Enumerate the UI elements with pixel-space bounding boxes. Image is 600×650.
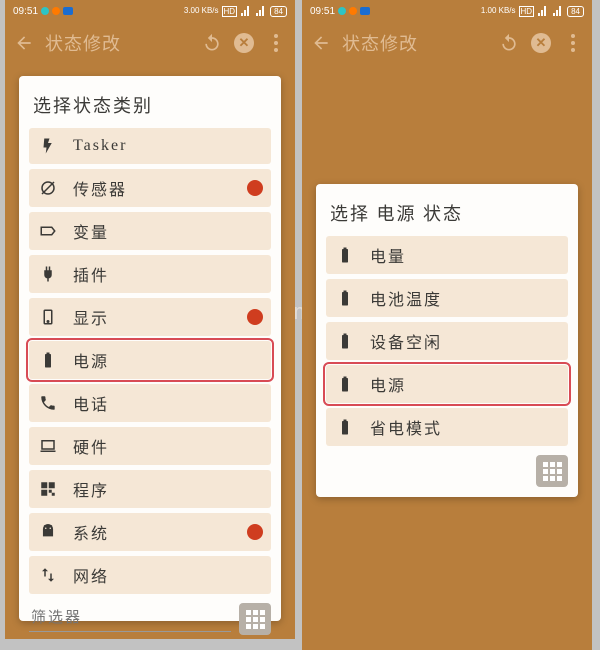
status-time: 09:51 bbox=[13, 6, 38, 17]
back-button[interactable] bbox=[13, 32, 35, 54]
bolt-icon bbox=[37, 135, 59, 157]
status-dot-icon bbox=[338, 7, 346, 15]
status-bar: 09:51 3.00 KB/s HD 84 bbox=[5, 0, 295, 22]
list-item-label: 电源 bbox=[73, 348, 263, 372]
tag-icon bbox=[37, 220, 59, 242]
alert-badge bbox=[247, 180, 263, 196]
list-item-显示[interactable]: 显示 bbox=[29, 298, 271, 336]
modules-icon bbox=[37, 478, 59, 500]
app-bar: 状态修改 ✕ bbox=[5, 22, 295, 64]
filter-row bbox=[326, 451, 568, 487]
status-netspeed: 3.00 KB/s bbox=[184, 7, 219, 15]
signal-icon bbox=[255, 5, 267, 17]
alert-badge bbox=[247, 309, 263, 325]
list-item-省电模式[interactable]: 省电模式 bbox=[326, 408, 568, 446]
undo-button[interactable] bbox=[498, 32, 520, 54]
battery-icon bbox=[37, 349, 59, 371]
battery-icon bbox=[334, 244, 356, 266]
more-button[interactable] bbox=[265, 32, 287, 54]
close-button[interactable]: ✕ bbox=[530, 32, 552, 54]
list-item-插件[interactable]: 插件 bbox=[29, 255, 271, 293]
phone-left: 09:51 3.00 KB/s HD 84 状态修改 ✕ 选择状态类别 Task… bbox=[5, 0, 295, 639]
battery-icon: 84 bbox=[567, 6, 584, 17]
alert-badge bbox=[247, 524, 263, 540]
list-item-label: 电量 bbox=[370, 243, 560, 267]
list-item-label: 硬件 bbox=[73, 434, 263, 458]
swap-icon bbox=[37, 564, 59, 586]
list-item-电话[interactable]: 电话 bbox=[29, 384, 271, 422]
undo-button[interactable] bbox=[201, 32, 223, 54]
signal-icon bbox=[537, 5, 549, 17]
list-item-label: 网络 bbox=[73, 563, 263, 587]
status-time: 09:51 bbox=[310, 6, 335, 17]
dialog-scrim: 选择状态类别 Tasker 传感器变量插件显示电源电话硬件程序系统网络 bbox=[5, 64, 295, 639]
list-item-变量[interactable]: 变量 bbox=[29, 212, 271, 250]
list-item-电源[interactable]: 电源 bbox=[326, 365, 568, 403]
rotate-icon bbox=[37, 177, 59, 199]
battery-icon bbox=[334, 287, 356, 309]
signal-icon bbox=[240, 5, 252, 17]
list-item-label: 程序 bbox=[73, 477, 263, 501]
appbar-title: 状态修改 bbox=[45, 30, 191, 56]
call-icon bbox=[37, 392, 59, 414]
battery-icon: 84 bbox=[270, 6, 287, 17]
list-item-电源[interactable]: 电源 bbox=[29, 341, 271, 379]
list-item-设备空闲[interactable]: 设备空闲 bbox=[326, 322, 568, 360]
phone-right: 09:51 1.00 KB/s HD 84 状态修改 ✕ 选择 电源 状态 电量… bbox=[302, 0, 592, 650]
status-dot-icon bbox=[52, 7, 60, 15]
close-button[interactable]: ✕ bbox=[233, 32, 255, 54]
filter-row bbox=[29, 599, 271, 635]
list-item-label: 电源 bbox=[370, 372, 560, 396]
status-dot-icon bbox=[349, 7, 357, 15]
dialog-title: 选择 电源 状态 bbox=[326, 194, 568, 236]
list-item-网络[interactable]: 网络 bbox=[29, 556, 271, 594]
list-item-label: 省电模式 bbox=[370, 415, 560, 439]
status-app-icon bbox=[360, 7, 370, 15]
back-button[interactable] bbox=[310, 32, 332, 54]
status-netspeed: 1.00 KB/s bbox=[481, 7, 516, 15]
grid-toggle-button[interactable] bbox=[536, 455, 568, 487]
dialog-title: 选择状态类别 bbox=[29, 86, 271, 128]
list-item-label: Tasker bbox=[73, 137, 263, 155]
appbar-title: 状态修改 bbox=[342, 30, 488, 56]
battery-icon bbox=[334, 330, 356, 352]
list-item-label: 系统 bbox=[73, 520, 263, 544]
status-dot-icon bbox=[41, 7, 49, 15]
list-item-label: 传感器 bbox=[73, 176, 263, 200]
app-bar: 状态修改 ✕ bbox=[302, 22, 592, 64]
battery-icon bbox=[334, 373, 356, 395]
plug-icon bbox=[37, 263, 59, 285]
list-item-label: 显示 bbox=[73, 305, 263, 329]
list-item-系统[interactable]: 系统 bbox=[29, 513, 271, 551]
android-icon bbox=[37, 521, 59, 543]
list-item-label: 插件 bbox=[73, 262, 263, 286]
list-item-label: 变量 bbox=[73, 219, 263, 243]
list-item-tasker[interactable]: Tasker bbox=[29, 128, 271, 164]
status-hd-icon: HD bbox=[519, 6, 535, 17]
dialog-scrim: 选择 电源 状态 电量电池温度设备空闲电源省电模式 bbox=[302, 64, 592, 649]
more-button[interactable] bbox=[562, 32, 584, 54]
list-item-电量[interactable]: 电量 bbox=[326, 236, 568, 274]
list-item-电池温度[interactable]: 电池温度 bbox=[326, 279, 568, 317]
status-bar: 09:51 1.00 KB/s HD 84 bbox=[302, 0, 592, 22]
phone-device-icon bbox=[37, 306, 59, 328]
power-state-dialog: 选择 电源 状态 电量电池温度设备空闲电源省电模式 bbox=[316, 184, 578, 497]
list-item-label: 设备空闲 bbox=[370, 329, 560, 353]
list-item-label: 电池温度 bbox=[370, 286, 560, 310]
grid-toggle-button[interactable] bbox=[239, 603, 271, 635]
laptop-icon bbox=[37, 435, 59, 457]
signal-icon bbox=[552, 5, 564, 17]
list-item-label: 电话 bbox=[73, 391, 263, 415]
battery-icon bbox=[334, 416, 356, 438]
filter-input[interactable] bbox=[29, 606, 231, 632]
status-app-icon bbox=[63, 7, 73, 15]
list-item-硬件[interactable]: 硬件 bbox=[29, 427, 271, 465]
status-hd-icon: HD bbox=[222, 6, 238, 17]
list-item-传感器[interactable]: 传感器 bbox=[29, 169, 271, 207]
list-item-程序[interactable]: 程序 bbox=[29, 470, 271, 508]
category-dialog: 选择状态类别 Tasker 传感器变量插件显示电源电话硬件程序系统网络 bbox=[19, 76, 281, 621]
